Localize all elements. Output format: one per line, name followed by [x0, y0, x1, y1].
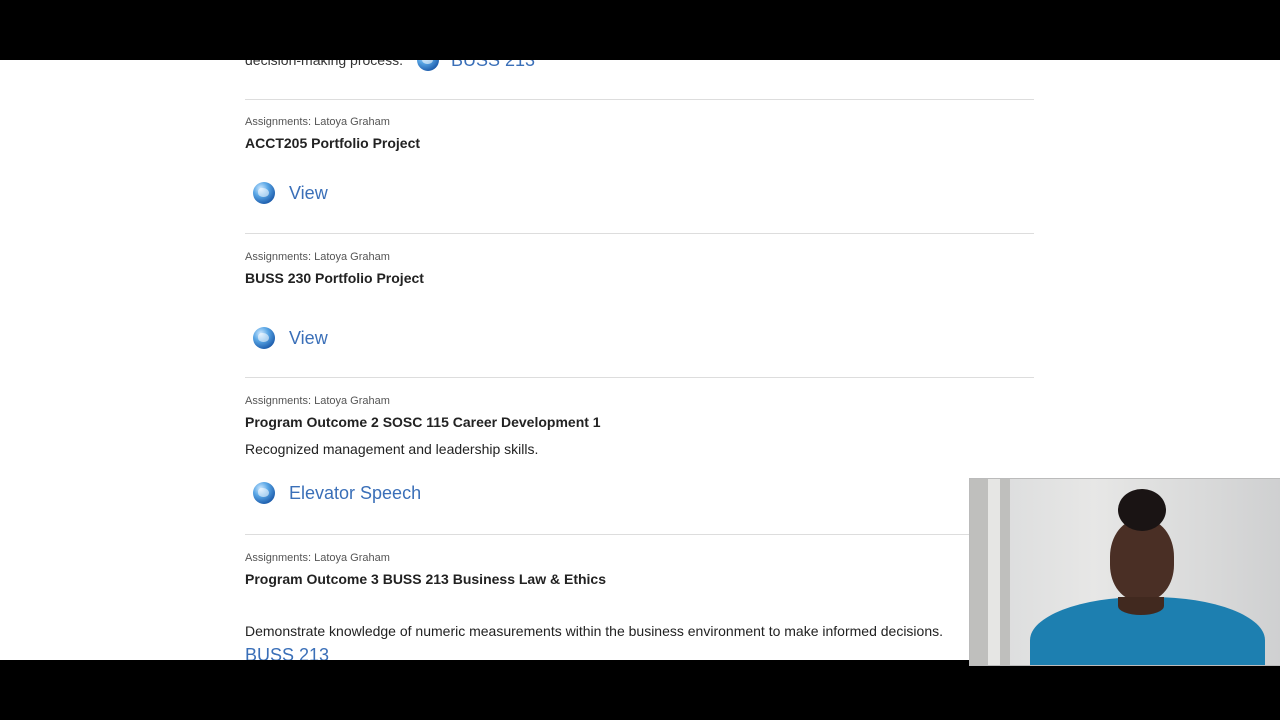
globe-icon [416, 60, 439, 71]
previous-entry-tail: decision-making process. BUSS 213 [245, 60, 535, 72]
entry-view-link[interactable]: View [245, 182, 1034, 204]
entry-meta: Assignments: Latoya Graham [245, 251, 390, 263]
entry-elevator-speech-link[interactable]: Elevator Speech [245, 482, 1034, 504]
entry-link-label: View [289, 183, 328, 203]
entry-description: Recognized management and leadership ski… [245, 441, 539, 457]
entry-program-outcome-2: Assignments: Latoya Graham Program Outco… [245, 394, 1034, 504]
entry-divider [245, 534, 1034, 535]
webcam-overlay [969, 478, 1280, 666]
entry-acct205-portfolio: Assignments: Latoya Graham ACCT205 Portf… [245, 115, 1034, 204]
entry-meta: Assignments: Latoya Graham [245, 116, 390, 128]
entry-divider [245, 233, 1034, 234]
entry-link-label: Elevator Speech [289, 483, 422, 503]
entry-meta: Assignments: Latoya Graham [245, 395, 390, 407]
globe-icon [253, 327, 275, 349]
webcam-person-head [1110, 519, 1174, 601]
previous-entry-link-label: BUSS 213 [451, 60, 535, 71]
entry-link-label: View [289, 328, 328, 348]
entry-buss230-portfolio: Assignments: Latoya Graham BUSS 230 Port… [245, 250, 1034, 349]
entry-meta: Assignments: Latoya Graham [245, 552, 390, 564]
webcam-person-neck [1118, 597, 1164, 615]
entry-divider [245, 377, 1034, 378]
previous-entry-link[interactable]: BUSS 213 [416, 60, 535, 71]
entry-buss213-link[interactable]: BUSS 213 [245, 644, 1034, 660]
entry-title: Program Outcome 2 SOSC 115 Career Develo… [245, 414, 601, 430]
webcam-person-hair [1118, 489, 1166, 531]
webcam-background-frame [988, 479, 1000, 665]
entry-divider [245, 99, 1034, 100]
globe-icon [253, 182, 275, 204]
entry-title: Program Outcome 3 BUSS 213 Business Law … [245, 571, 607, 587]
globe-icon [253, 482, 275, 504]
entry-title: BUSS 230 Portfolio Project [245, 270, 424, 286]
entry-program-outcome-3: Assignments: Latoya Graham Program Outco… [245, 551, 1034, 660]
previous-entry-description: decision-making process. [245, 60, 403, 68]
entry-view-link[interactable]: View [245, 327, 1034, 349]
entry-description: Demonstrate knowledge of numeric measure… [245, 623, 944, 639]
entry-title: ACCT205 Portfolio Project [245, 135, 421, 151]
